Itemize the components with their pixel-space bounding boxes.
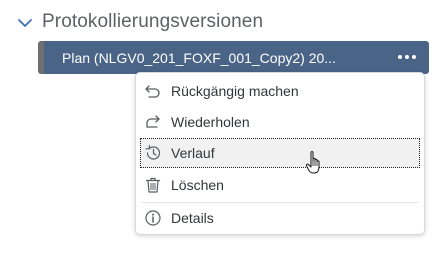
- section-header[interactable]: Protokollierungsversionen: [16, 8, 263, 36]
- trash-icon: [145, 177, 161, 193]
- info-icon: [145, 210, 161, 226]
- chevron-down-icon[interactable]: [16, 14, 34, 32]
- menu-item-label: Verlauf: [171, 145, 215, 161]
- menu-item-delete[interactable]: Löschen: [140, 170, 420, 200]
- menu-item-label: Details: [171, 210, 214, 226]
- more-dot-icon: [412, 55, 416, 59]
- more-dot-icon: [405, 55, 409, 59]
- more-options-button[interactable]: [396, 49, 418, 65]
- version-list-item[interactable]: Plan (NLGV0_201_FOXF_001_Copy2) 20...: [38, 41, 429, 74]
- menu-item-undo[interactable]: Rückgängig machen: [140, 76, 420, 106]
- version-label: Plan (NLGV0_201_FOXF_001_Copy2) 20...: [62, 49, 336, 66]
- menu-item-history[interactable]: Verlauf: [140, 138, 420, 168]
- menu-item-label: Rückgängig machen: [171, 83, 299, 99]
- menu-item-details[interactable]: Details: [140, 203, 420, 233]
- section-title: Protokollierungsversionen: [42, 11, 264, 32]
- menu-item-redo[interactable]: Wiederholen: [140, 107, 420, 137]
- hand-cursor-icon: [305, 151, 320, 174]
- more-dot-icon: [398, 55, 402, 59]
- history-icon: [145, 145, 161, 160]
- redo-icon: [146, 115, 160, 128]
- menu-item-label: Wiederholen: [171, 114, 250, 130]
- context-menu: Rückgängig machen Wiederholen Verlauf Lö…: [135, 72, 425, 235]
- undo-icon: [145, 85, 160, 98]
- menu-item-label: Löschen: [171, 177, 224, 193]
